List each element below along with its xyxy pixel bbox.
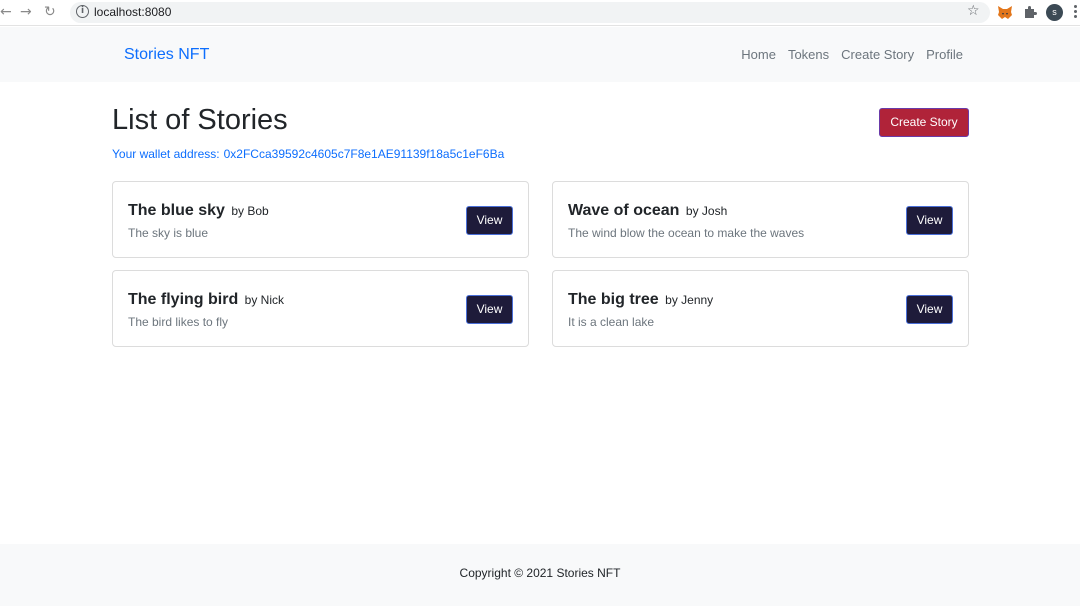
nav-link-tokens[interactable]: Tokens: [788, 47, 829, 63]
view-button[interactable]: View: [906, 295, 953, 324]
view-button[interactable]: View: [466, 295, 513, 324]
story-description: The bird likes to fly: [128, 315, 229, 329]
story-author: by Jenny: [665, 293, 714, 307]
nav-link-profile[interactable]: Profile: [926, 47, 963, 63]
story-title: The blue sky: [128, 202, 225, 219]
star-icon[interactable]: ☆: [967, 4, 980, 18]
view-button[interactable]: View: [466, 206, 513, 235]
page-title: List of Stories: [112, 104, 288, 136]
story-description: The sky is blue: [128, 226, 209, 240]
story-card: The big tree by Jenny It is a clean lake…: [552, 270, 969, 347]
wallet-label: Your wallet address:: [112, 147, 220, 161]
story-author: by Josh: [685, 204, 728, 218]
nav-link-create-story[interactable]: Create Story: [841, 47, 914, 63]
view-button[interactable]: View: [906, 206, 953, 235]
copyright-text: Copyright © 2021 Stories NFT: [459, 566, 621, 580]
story-title-line: Wave of ocean by Josh: [568, 201, 727, 221]
story-card: Wave of ocean by Josh The wind blow the …: [552, 181, 969, 258]
story-card: The blue sky by Bob The sky is blue View: [112, 181, 529, 258]
footer: Copyright © 2021 Stories NFT: [0, 544, 1080, 606]
story-title: The big tree: [568, 291, 659, 308]
story-title: Wave of ocean: [568, 202, 680, 219]
metamask-fox-icon[interactable]: [997, 5, 1013, 20]
kebab-menu-icon[interactable]: [1074, 5, 1078, 20]
story-title-line: The blue sky by Bob: [128, 201, 269, 221]
reload-icon[interactable]: ↻: [44, 4, 56, 20]
story-title-line: The flying bird by Nick: [128, 290, 284, 310]
address-bar[interactable]: i localhost:8080: [70, 2, 990, 23]
story-title-line: The big tree by Jenny: [568, 290, 713, 310]
story-description: It is a clean lake: [568, 315, 655, 329]
story-title: The flying bird: [128, 291, 239, 308]
nav-links: Home Tokens Create Story Profile: [729, 47, 963, 63]
wallet-address-value: 0x2FCca39592c4605c7F8e1AE91139f18a5c1eF6…: [223, 147, 505, 161]
browser-toolbar: ← → ↻ i localhost:8080 ☆ s: [0, 0, 1080, 26]
story-card: The flying bird by Nick The bird likes t…: [112, 270, 529, 347]
app-navbar: Stories NFT Home Tokens Create Story Pro…: [0, 27, 1080, 82]
info-icon[interactable]: i: [76, 5, 89, 18]
forward-arrow-icon[interactable]: →: [20, 4, 32, 20]
story-description: The wind blow the ocean to make the wave…: [568, 226, 805, 240]
story-author: by Bob: [231, 204, 269, 218]
url-text[interactable]: localhost:8080: [94, 5, 171, 19]
profile-avatar[interactable]: s: [1046, 4, 1063, 21]
puzzle-icon[interactable]: [1023, 5, 1037, 19]
back-arrow-icon[interactable]: ←: [0, 4, 12, 20]
nav-link-home[interactable]: Home: [741, 47, 776, 63]
story-author: by Nick: [244, 293, 285, 307]
brand-link[interactable]: Stories NFT: [124, 45, 209, 65]
create-story-button[interactable]: Create Story: [879, 108, 969, 137]
wallet-address: Your wallet address: 0x2FCca39592c4605c7F…: [112, 146, 504, 162]
